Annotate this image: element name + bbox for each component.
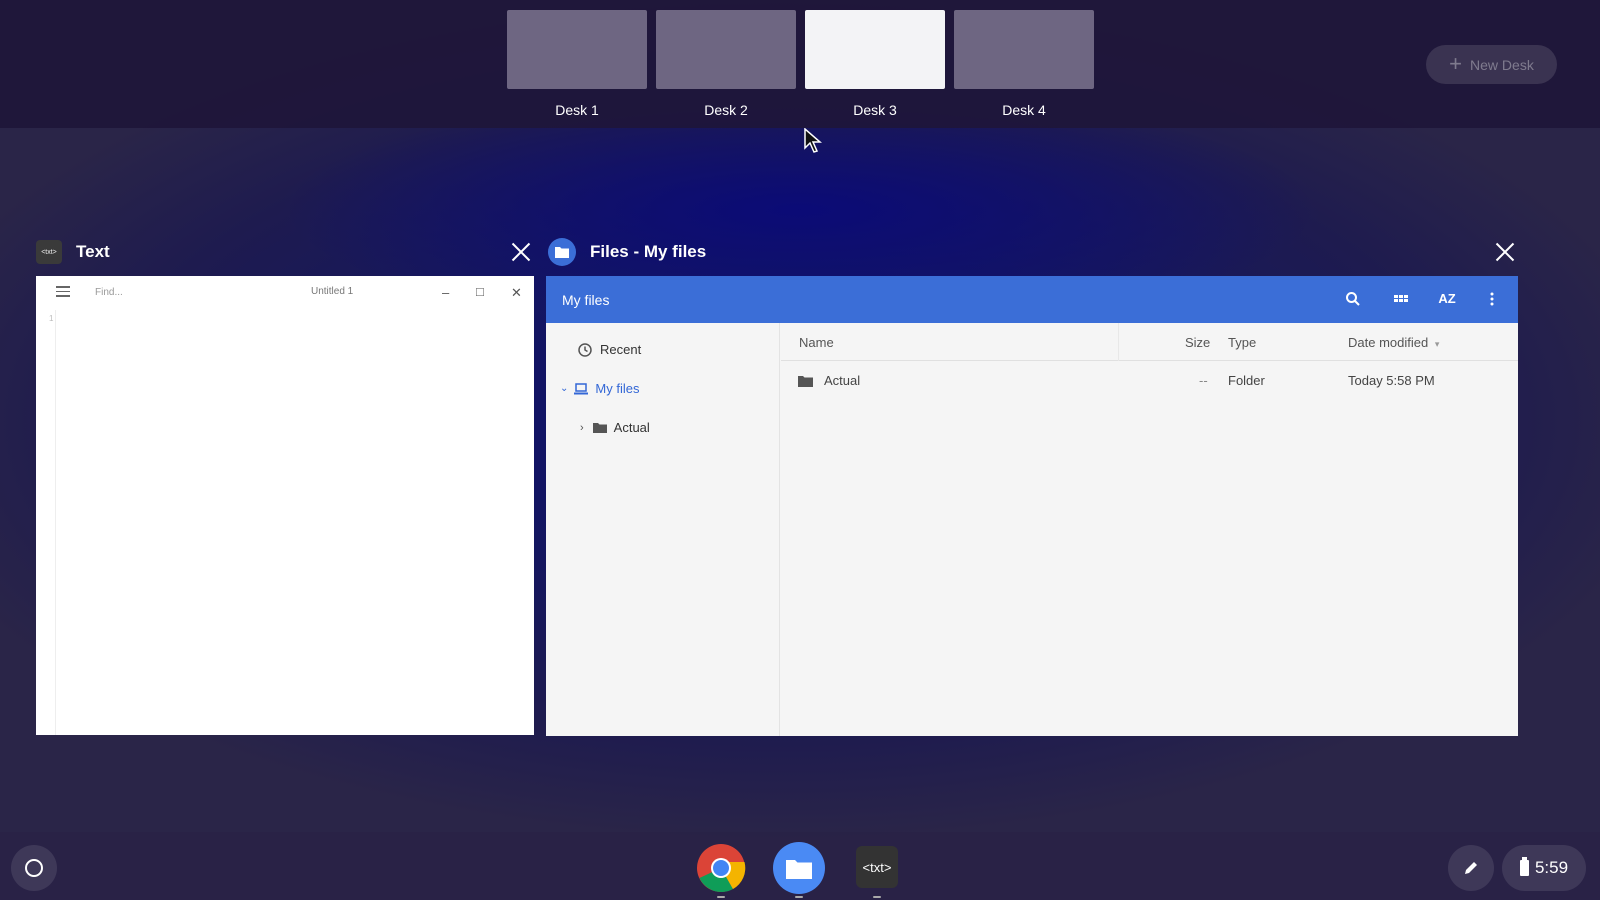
text-app-icon: <txt> <box>36 240 62 264</box>
column-header-name[interactable]: Name <box>799 335 834 350</box>
document-title: Untitled 1 <box>311 286 354 297</box>
files-app-icon <box>548 238 576 266</box>
text-window-close-icon[interactable] <box>510 241 532 263</box>
text-window-header[interactable]: <txt> Text <box>36 235 110 269</box>
table-row[interactable]: Actual -- Folder Today 5:58 PM <box>781 362 1518 400</box>
sort-arrow-icon: ▾ <box>1434 339 1440 349</box>
desk-thumbnail[interactable] <box>805 10 945 89</box>
sort-az-icon[interactable]: AZ <box>1438 291 1456 309</box>
new-desk-label: New Desk <box>1470 56 1534 73</box>
search-icon[interactable] <box>1344 291 1362 309</box>
running-indicator <box>795 896 803 898</box>
text-app-label: <txt> <box>862 859 892 875</box>
new-desk-button[interactable]: + New Desk <box>1426 45 1557 84</box>
files-window-title: Files - My files <box>590 242 707 261</box>
more-options-icon[interactable] <box>1483 291 1501 309</box>
column-header-type[interactable]: Type <box>1228 335 1256 350</box>
launcher-circle-icon <box>25 859 43 877</box>
laptop-icon <box>574 382 589 394</box>
menu-icon[interactable] <box>56 286 70 300</box>
sidebar-item-label: My files <box>595 381 640 396</box>
mouse-cursor-icon <box>804 128 822 153</box>
plus-icon: + <box>1449 50 1463 76</box>
file-name: Actual <box>824 373 861 388</box>
files-topbar: My files AZ <box>546 276 1518 323</box>
status-area[interactable]: 5:59 <box>1502 845 1586 891</box>
line-number: 1 <box>49 314 54 323</box>
list-header: Name Size Type Date modified ▾ <box>781 323 1518 361</box>
text-window-title: Text <box>76 242 110 261</box>
text-app-icon-label: <txt> <box>41 248 57 256</box>
grid-view-icon[interactable] <box>1392 291 1410 309</box>
text-editor-area[interactable] <box>57 310 534 735</box>
desk-bar: Desk 1 Desk 2 Desk 3 Desk 4 + New Desk <box>0 0 1600 128</box>
pen-icon <box>1465 862 1477 874</box>
files-window-header[interactable]: Files - My files <box>548 235 706 269</box>
folder-icon <box>592 423 607 433</box>
breadcrumb[interactable]: My files <box>562 292 609 308</box>
chevron-down-icon[interactable]: ⌄ <box>560 383 568 394</box>
desk-label: Desk 3 <box>853 102 897 118</box>
desk-label: Desk 4 <box>1002 102 1046 118</box>
files-icon[interactable] <box>773 842 825 894</box>
file-size: -- <box>1199 373 1208 388</box>
desk-3[interactable]: Desk 3 <box>805 10 945 118</box>
files-sidebar: Recent ⌄ My files › Actual <box>546 323 780 736</box>
file-list: Name Size Type Date modified ▾ Actual --… <box>781 323 1518 736</box>
file-type: Folder <box>1228 373 1265 388</box>
desk-label: Desk 1 <box>555 102 599 118</box>
text-window[interactable]: Find... Untitled 1 – □ ✕ 1 <box>36 276 534 735</box>
text-app-icon[interactable]: <txt> <box>856 846 898 888</box>
launcher-button[interactable] <box>11 845 57 891</box>
desk-2[interactable]: Desk 2 <box>656 10 796 118</box>
desk-4[interactable]: Desk 4 <box>954 10 1094 118</box>
sidebar-item-my-files[interactable]: ⌄ My files <box>560 381 639 396</box>
sidebar-item-label: Recent <box>600 342 642 357</box>
desk-label: Desk 2 <box>704 102 748 118</box>
clock-icon <box>578 342 592 357</box>
desk-thumbnail[interactable] <box>507 10 647 89</box>
chrome-icon[interactable] <box>695 842 747 894</box>
chevron-right-icon[interactable]: › <box>580 422 584 434</box>
find-input[interactable]: Find... <box>95 287 123 298</box>
line-gutter <box>36 310 56 735</box>
desk-thumbnail[interactable] <box>954 10 1094 89</box>
minimize-icon[interactable]: – <box>442 285 449 300</box>
files-window-close-icon[interactable] <box>1494 241 1516 263</box>
column-header-label: Date modified <box>1348 335 1429 350</box>
running-indicator <box>873 896 881 898</box>
sidebar-item-label: Actual <box>613 420 650 435</box>
close-icon[interactable]: ✕ <box>511 285 522 301</box>
files-window[interactable]: My files AZ Recent ⌄ My files › Actual N… <box>546 276 1518 736</box>
clock-time: 5:59 <box>1534 858 1569 877</box>
folder-icon <box>798 376 813 387</box>
column-header-date-modified[interactable]: Date modified ▾ <box>1348 335 1439 350</box>
sidebar-item-actual[interactable]: › Actual <box>580 420 650 435</box>
column-divider <box>1118 323 1119 361</box>
desk-thumbnail[interactable] <box>656 10 796 89</box>
stylus-tools-button[interactable] <box>1448 845 1494 891</box>
text-toolbar: Find... Untitled 1 – □ ✕ <box>36 276 534 310</box>
column-header-size[interactable]: Size <box>1185 335 1210 350</box>
running-indicator <box>717 896 725 898</box>
file-date: Today 5:58 PM <box>1348 373 1435 388</box>
maximize-icon[interactable]: □ <box>476 284 484 299</box>
desk-1[interactable]: Desk 1 <box>507 10 647 118</box>
sidebar-item-recent[interactable]: Recent <box>578 342 641 357</box>
battery-icon <box>1519 857 1529 876</box>
